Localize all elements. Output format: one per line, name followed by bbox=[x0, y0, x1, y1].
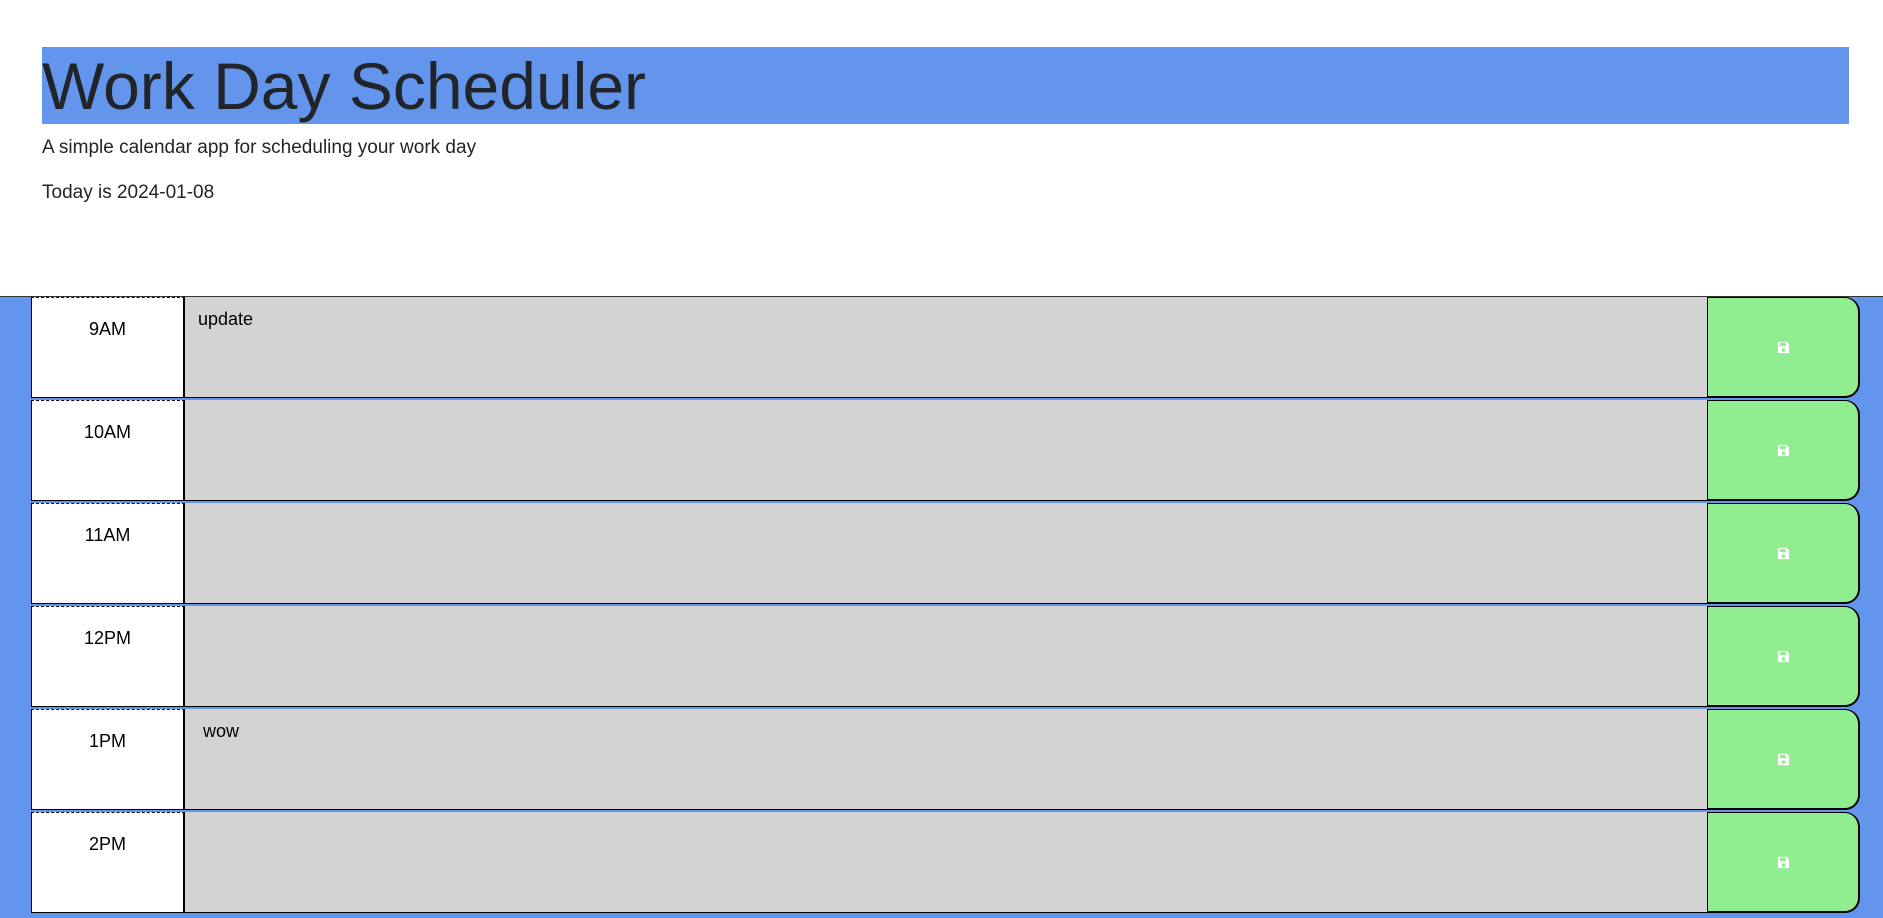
page-subtitle: A simple calendar app for scheduling you… bbox=[42, 137, 477, 158]
save-button[interactable] bbox=[1707, 400, 1860, 501]
time-block: 1PM wow bbox=[31, 709, 1860, 812]
time-block: 2PM bbox=[31, 812, 1860, 915]
page-header: Work Day Scheduler A simple calendar app… bbox=[0, 0, 1883, 296]
hour-label: 1PM bbox=[31, 709, 185, 810]
event-description-input[interactable]: wow bbox=[185, 709, 1707, 810]
floppy-disk-icon bbox=[1777, 341, 1789, 353]
hour-label: 12PM bbox=[31, 606, 185, 707]
event-description-input[interactable] bbox=[185, 400, 1707, 501]
time-block: 9AM update bbox=[31, 297, 1860, 400]
event-description-input[interactable] bbox=[185, 606, 1707, 707]
page-title: Work Day Scheduler bbox=[42, 49, 647, 123]
hour-label: 11AM bbox=[31, 503, 185, 604]
time-block: 12PM bbox=[31, 606, 1860, 709]
schedule-container: 9AM update 10AM 11AM 12PM 1PM wow 2PM bbox=[0, 296, 1883, 918]
floppy-disk-icon bbox=[1777, 444, 1789, 456]
save-button[interactable] bbox=[1707, 709, 1860, 810]
floppy-disk-icon bbox=[1777, 856, 1789, 868]
floppy-disk-icon bbox=[1777, 547, 1789, 559]
save-button[interactable] bbox=[1707, 503, 1860, 604]
event-description-input[interactable]: update bbox=[185, 297, 1707, 398]
save-button[interactable] bbox=[1707, 606, 1860, 707]
event-description-input[interactable] bbox=[185, 503, 1707, 604]
time-block: 10AM bbox=[31, 400, 1860, 503]
hour-label: 2PM bbox=[31, 812, 185, 913]
floppy-disk-icon bbox=[1777, 650, 1789, 662]
save-button[interactable] bbox=[1707, 812, 1860, 913]
hour-label: 9AM bbox=[31, 297, 185, 398]
time-block: 11AM bbox=[31, 503, 1860, 606]
hour-label: 10AM bbox=[31, 400, 185, 501]
event-description-input[interactable] bbox=[185, 812, 1707, 913]
floppy-disk-icon bbox=[1777, 753, 1789, 765]
save-button[interactable] bbox=[1707, 297, 1860, 398]
current-date: Today is 2024-01-08 bbox=[42, 182, 215, 203]
